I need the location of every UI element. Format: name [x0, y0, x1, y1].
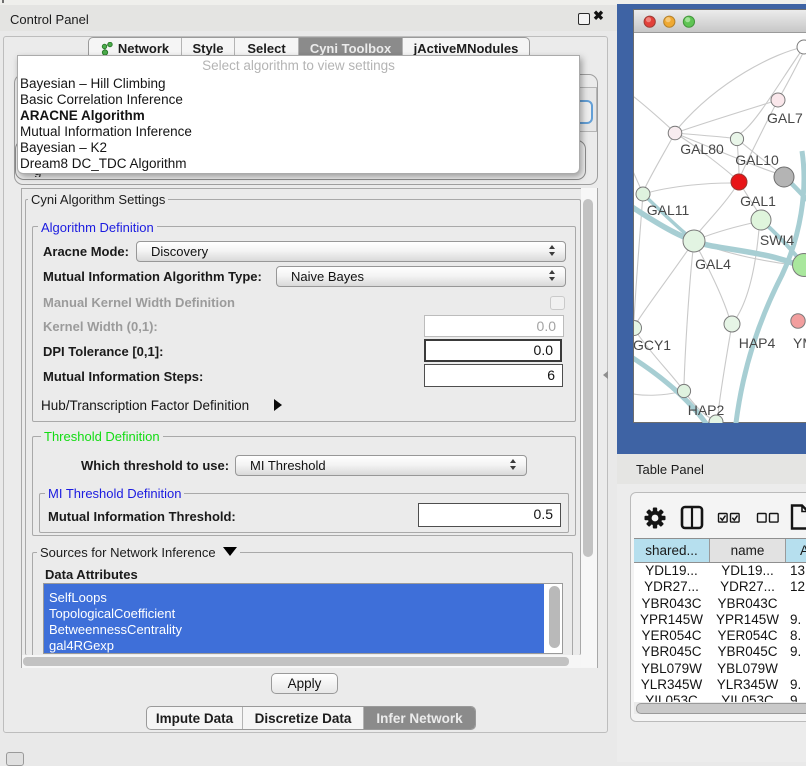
svg-text:GAL1: GAL1 [740, 193, 776, 209]
svg-text:GAL10: GAL10 [735, 152, 779, 168]
svg-text:GAL80: GAL80 [680, 141, 724, 157]
svg-text:YM: YM [793, 335, 806, 351]
svg-text:HAP4: HAP4 [739, 335, 776, 351]
svg-text:GAL7: GAL7 [767, 110, 803, 126]
svg-text:GCY1: GCY1 [634, 337, 671, 353]
svg-text:HAP2: HAP2 [688, 402, 725, 418]
svg-text:GAL11: GAL11 [647, 202, 690, 218]
svg-text:SWI4: SWI4 [760, 232, 794, 248]
svg-text:GAL4: GAL4 [695, 256, 731, 272]
